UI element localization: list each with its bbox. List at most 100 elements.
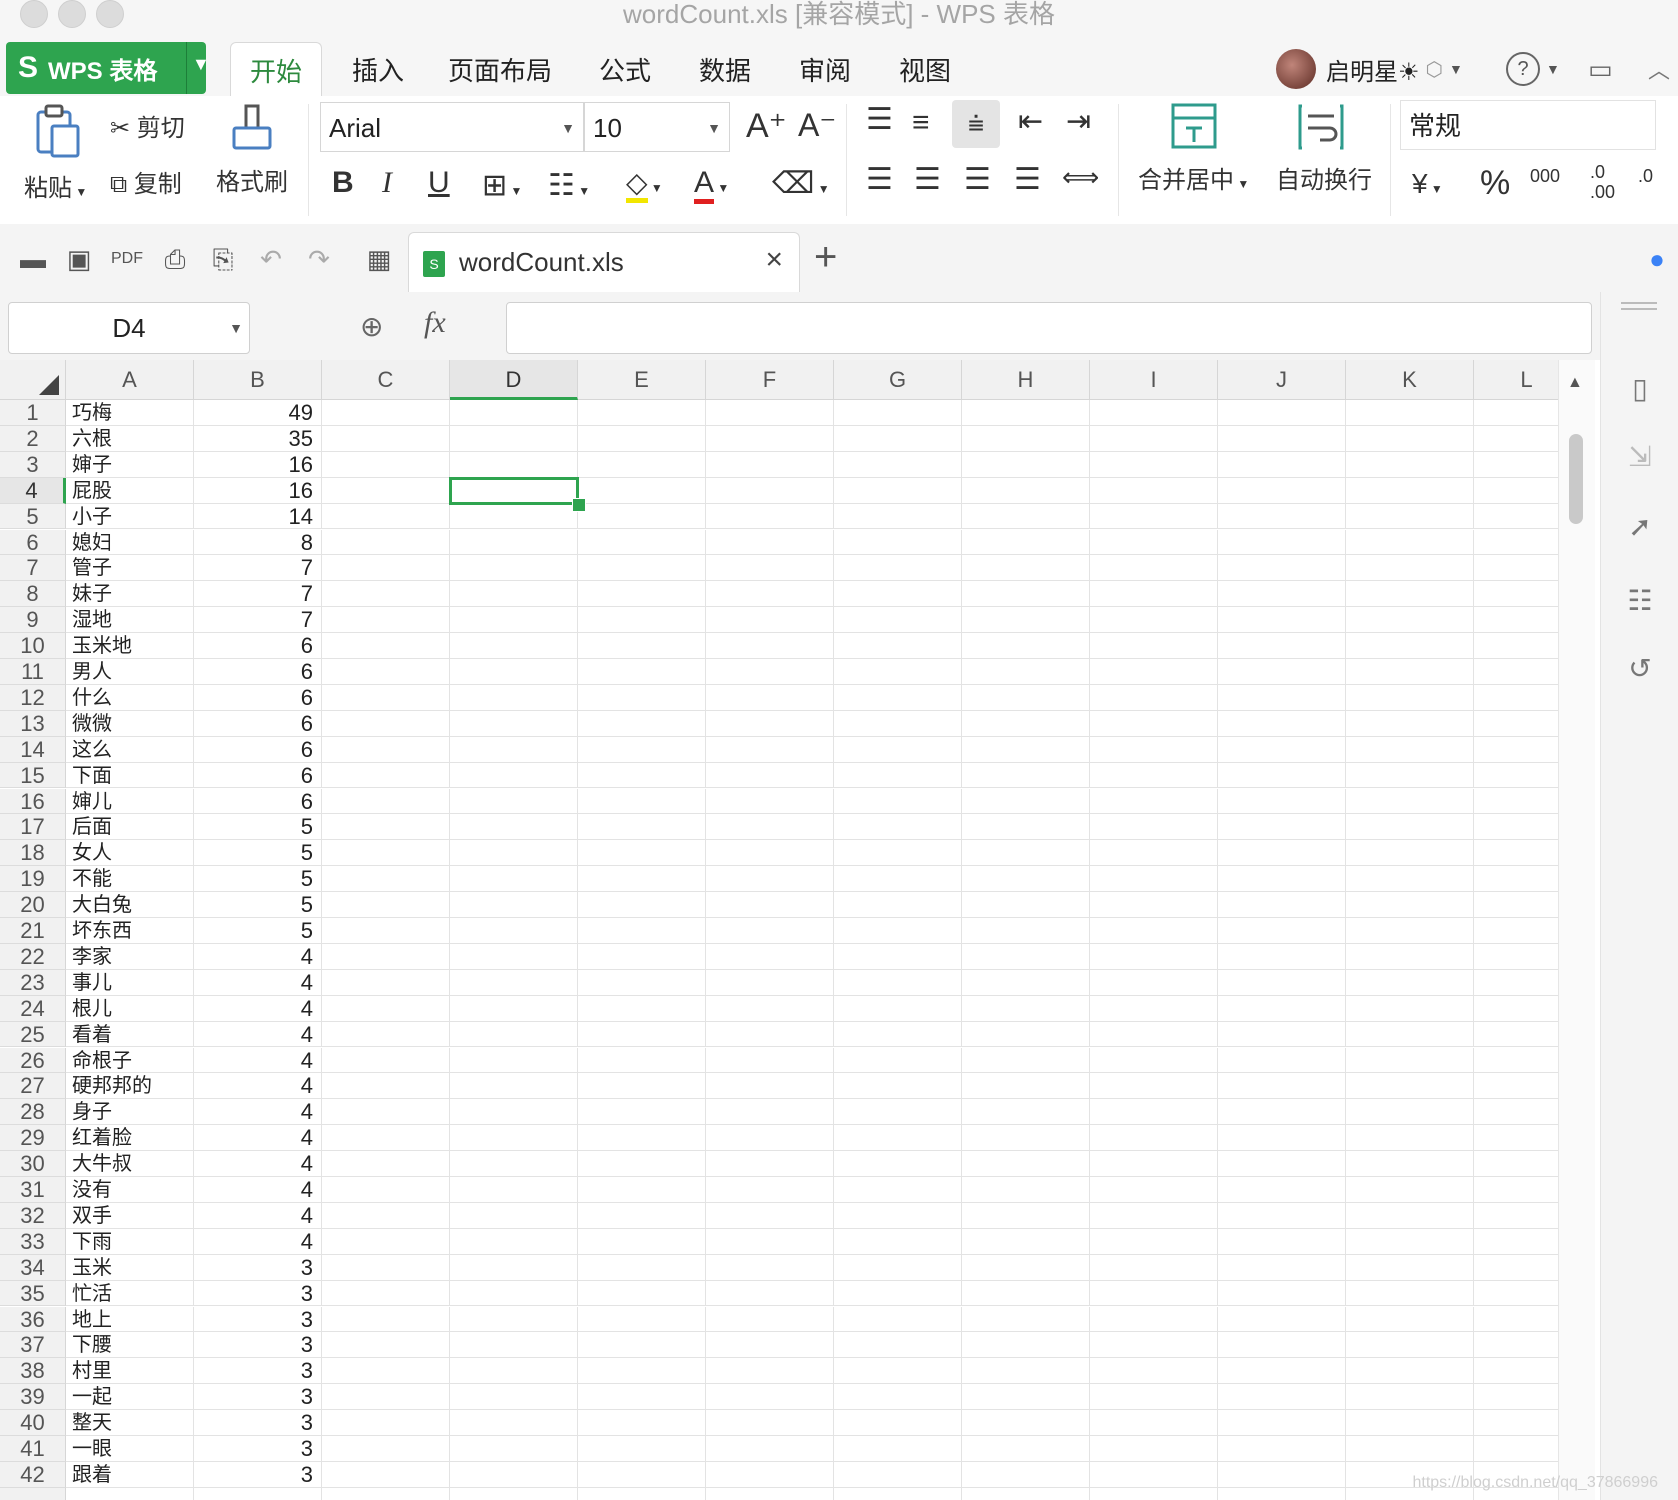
cell-empty[interactable] (1474, 1281, 1558, 1307)
align-middle-button[interactable]: ≡ (912, 106, 930, 140)
cell-empty[interactable] (450, 1099, 578, 1126)
cell-empty[interactable] (1090, 762, 1218, 789)
cell-empty[interactable] (706, 1306, 834, 1333)
cell-empty[interactable] (1090, 1047, 1218, 1074)
cell-empty[interactable] (706, 400, 834, 426)
cell-empty[interactable] (578, 1228, 706, 1255)
cell-count[interactable]: 3 (194, 1358, 322, 1385)
cell-empty[interactable] (706, 1384, 834, 1411)
cell-empty[interactable] (322, 425, 450, 452)
cell-count[interactable]: 4 (194, 1073, 322, 1100)
cell-empty[interactable] (706, 1151, 834, 1177)
cell-empty[interactable] (1090, 1436, 1218, 1462)
cell-empty[interactable] (1090, 892, 1218, 918)
cell-count[interactable]: 4 (194, 1125, 322, 1152)
cell-empty[interactable] (1474, 1177, 1558, 1203)
cell-empty[interactable] (578, 918, 706, 944)
cell-count[interactable]: 4 (194, 1021, 322, 1048)
cell-count[interactable]: 4 (194, 1228, 322, 1255)
cell-empty[interactable] (706, 995, 834, 1022)
cell-empty[interactable] (834, 1254, 962, 1281)
cell-empty[interactable] (834, 969, 962, 996)
cell-empty[interactable] (1218, 581, 1346, 608)
cell-empty[interactable] (578, 943, 706, 970)
cell-empty[interactable] (834, 1228, 962, 1255)
cell-empty[interactable] (1090, 529, 1218, 556)
cell-empty[interactable] (450, 659, 578, 685)
cell-empty[interactable] (450, 710, 578, 737)
cell-empty[interactable] (962, 995, 1090, 1022)
vertical-scrollbar[interactable]: ▲ (1558, 360, 1595, 1500)
avatar[interactable] (1276, 49, 1316, 89)
cell-empty[interactable] (962, 1228, 1090, 1255)
cell-empty[interactable] (578, 400, 706, 426)
history-icon[interactable]: ↺ (1623, 652, 1657, 686)
cell-empty[interactable] (962, 451, 1090, 478)
cell-word[interactable]: 后面 (66, 814, 194, 841)
cell-empty[interactable] (1346, 503, 1474, 530)
cell-word[interactable]: 红着脸 (66, 1125, 194, 1152)
row-header[interactable]: 3 (0, 451, 66, 478)
row-header[interactable]: 38 (0, 1358, 66, 1385)
cell-style-button[interactable]: ☷ ▼ (548, 168, 590, 203)
cell-empty[interactable] (1474, 581, 1558, 608)
cell-empty[interactable] (322, 762, 450, 789)
cell-empty[interactable] (706, 1047, 834, 1074)
cell-empty[interactable] (834, 1461, 962, 1488)
cell-empty[interactable] (834, 1202, 962, 1229)
cell-empty[interactable] (450, 995, 578, 1022)
cell-empty[interactable] (322, 451, 450, 478)
cell-empty[interactable] (834, 555, 962, 582)
cell-empty[interactable] (450, 969, 578, 996)
cell-empty[interactable] (1218, 762, 1346, 789)
cell-empty[interactable] (1090, 840, 1218, 867)
cell-empty[interactable] (1346, 1151, 1474, 1177)
cell-empty[interactable] (450, 1358, 578, 1385)
cell-empty[interactable] (450, 918, 578, 944)
cell-empty[interactable] (706, 503, 834, 530)
cell-empty[interactable] (1218, 1332, 1346, 1359)
cell-empty[interactable] (834, 607, 962, 634)
cell-empty[interactable] (450, 684, 578, 711)
column-header-f[interactable]: F (706, 360, 834, 400)
cell-empty[interactable] (1346, 943, 1474, 970)
cell-empty[interactable] (1090, 400, 1218, 426)
close-icon[interactable]: × (765, 243, 783, 277)
cell-empty[interactable] (962, 633, 1090, 659)
cell-empty[interactable] (834, 684, 962, 711)
tab-view[interactable]: 视图 (890, 42, 960, 96)
cell-empty[interactable] (578, 1487, 706, 1500)
cell-empty[interactable] (322, 969, 450, 996)
cell-empty[interactable] (1474, 840, 1558, 867)
cell-count[interactable]: 4 (194, 1151, 322, 1177)
cell-word[interactable]: 李家 (66, 943, 194, 970)
cell-empty[interactable] (706, 1436, 834, 1462)
cell-empty[interactable] (1474, 892, 1558, 918)
cell-empty[interactable] (962, 684, 1090, 711)
cell-empty[interactable] (1218, 943, 1346, 970)
cell-empty[interactable] (834, 814, 962, 841)
cell-empty[interactable] (1346, 529, 1474, 556)
cell-empty[interactable] (578, 1384, 706, 1411)
formula-input[interactable] (506, 302, 1592, 354)
cell-empty[interactable] (1090, 1280, 1218, 1307)
cell-empty[interactable] (322, 1254, 450, 1281)
cell-empty[interactable] (834, 1410, 962, 1436)
cell-empty[interactable] (1218, 1021, 1346, 1048)
cell-empty[interactable] (1474, 814, 1558, 841)
cell-empty[interactable] (578, 1125, 706, 1152)
cell-empty[interactable] (322, 1047, 450, 1074)
cell-empty[interactable] (834, 477, 962, 504)
cell-empty[interactable] (1090, 788, 1218, 815)
cell-empty[interactable] (1218, 918, 1346, 944)
cell-empty[interactable] (834, 1384, 962, 1411)
cell-empty[interactable] (1346, 425, 1474, 452)
cell-empty[interactable] (1090, 1073, 1218, 1100)
cell-empty[interactable] (834, 1306, 962, 1333)
cell-empty[interactable] (322, 503, 450, 530)
cell-word[interactable]: 根儿 (66, 995, 194, 1022)
cell-count[interactable]: 35 (194, 425, 322, 452)
undo-icon[interactable]: ↶ (254, 242, 288, 276)
cell-empty[interactable] (1218, 1487, 1346, 1500)
cell-empty[interactable] (706, 1487, 834, 1500)
